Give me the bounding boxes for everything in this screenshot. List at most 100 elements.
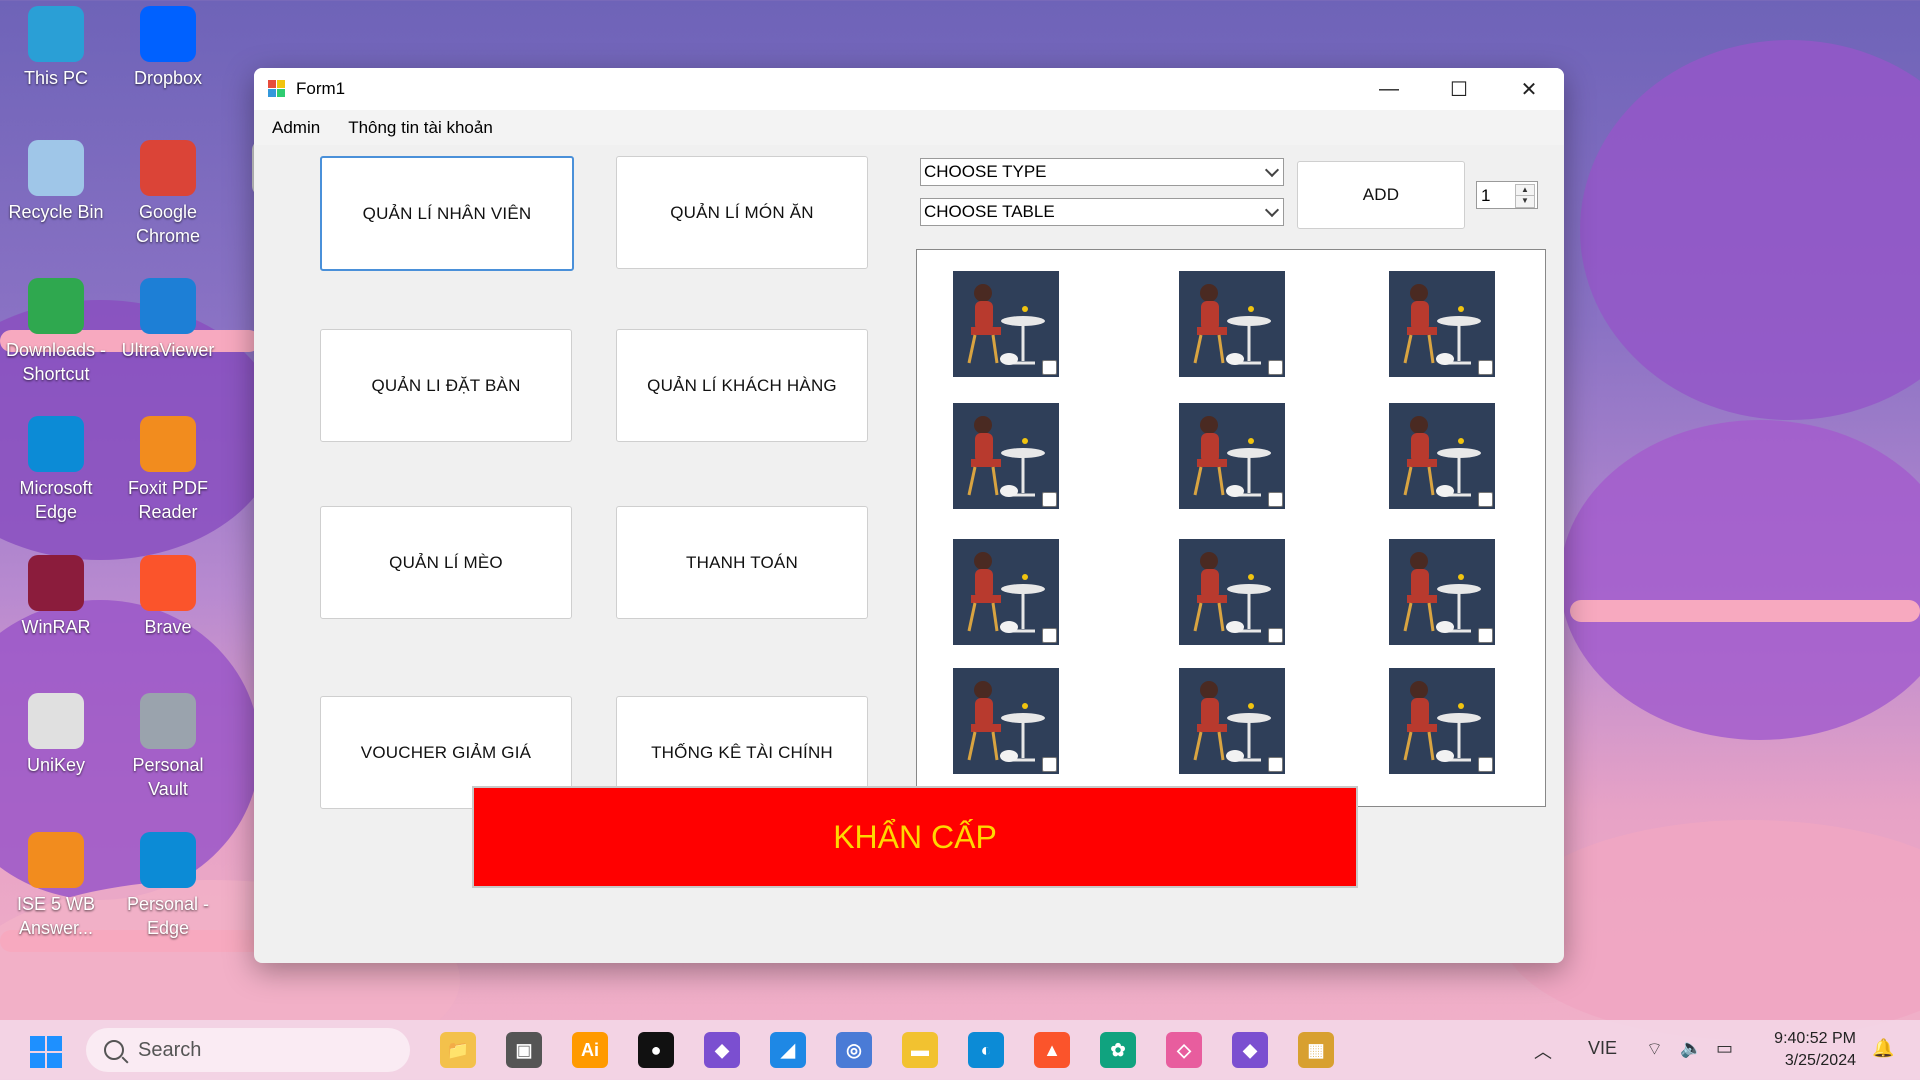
menu-bar: Admin Thông tin tài khoản	[254, 110, 1564, 145]
illustrator-icon[interactable]: Ai	[572, 1032, 608, 1068]
edge-icon[interactable]: ◐	[968, 1032, 1004, 1068]
menu-admin[interactable]: Admin	[272, 118, 320, 138]
close-button[interactable]: ✕	[1494, 68, 1564, 110]
table-tile[interactable]	[1389, 668, 1495, 774]
notification-icon[interactable]: 🔔	[1872, 1038, 1894, 1059]
choose-type-dropdown[interactable]: CHOOSE TYPE	[920, 158, 1284, 186]
table-checkbox[interactable]	[1478, 492, 1493, 507]
desktop-shortcut[interactable]: UltraViewer	[112, 278, 224, 362]
table-tile[interactable]	[1389, 539, 1495, 645]
desktop-shortcut[interactable]: Dropbox	[112, 6, 224, 90]
menu-account-info[interactable]: Thông tin tài khoản	[348, 118, 493, 138]
form-app-icon[interactable]: ▦	[1298, 1032, 1334, 1068]
app-icon[interactable]: ◇	[1166, 1032, 1202, 1068]
payment-button[interactable]: THANH TOÁN	[616, 506, 868, 619]
unikey-icon	[28, 693, 84, 749]
manage-dishes-button[interactable]: QUẢN LÍ MÓN ĂN	[616, 156, 868, 269]
manage-customers-button[interactable]: QUẢN LÍ KHÁCH HÀNG	[616, 329, 868, 442]
brave-icon[interactable]: ▲	[1034, 1032, 1070, 1068]
table-checkbox[interactable]	[1042, 757, 1057, 772]
folder-icon[interactable]: ▬	[902, 1032, 938, 1068]
table-checkbox[interactable]	[1042, 628, 1057, 643]
clock-time: 9:40:52 PM	[1774, 1030, 1856, 1047]
table-tile[interactable]	[953, 271, 1059, 377]
desktop-shortcut[interactable]: Downloads - Shortcut	[0, 278, 112, 386]
table-checkbox[interactable]	[1268, 492, 1283, 507]
desktop-shortcut-label: WinRAR	[21, 617, 91, 637]
dropbox-icon	[140, 6, 196, 62]
battery-icon[interactable]: ▭	[1716, 1038, 1733, 1059]
maximize-button[interactable]: ☐	[1424, 68, 1494, 110]
manage-cats-button[interactable]: QUẢN LÍ MÈO	[320, 506, 572, 619]
desktop-shortcut[interactable]: This PC	[0, 6, 112, 90]
table-tile[interactable]	[1389, 271, 1495, 377]
choose-table-dropdown[interactable]: CHOOSE TABLE	[920, 198, 1284, 226]
taskbar: Search 📁 ▣ Ai ● ◆ ◢ ◎ ▬ ◐ ▲ ✿ ◇ ◆ ▦ ︿ VIE ⌔ 🔈 ▭ 9:40:…	[0, 1020, 1920, 1080]
desktop-shortcut[interactable]: Foxit PDF Reader	[112, 416, 224, 524]
vscode-icon[interactable]: ◢	[770, 1032, 806, 1068]
downloads-folder-icon	[28, 278, 84, 334]
desktop-shortcut[interactable]: Google Chrome	[112, 140, 224, 248]
desktop-shortcut[interactable]: Brave	[112, 555, 224, 639]
chatgpt-icon[interactable]: ✿	[1100, 1032, 1136, 1068]
desktop-shortcut[interactable]: Recycle Bin	[0, 140, 112, 224]
table-checkbox[interactable]	[1042, 360, 1057, 375]
visual-studio-icon[interactable]: ◆	[704, 1032, 740, 1068]
wifi-icon[interactable]: ⌔	[1646, 1038, 1663, 1061]
start-button[interactable]	[30, 1036, 62, 1068]
table-tile[interactable]	[1179, 668, 1285, 774]
taskbar-search[interactable]: Search	[86, 1028, 410, 1072]
minimize-button[interactable]: —	[1354, 68, 1424, 110]
table-tile[interactable]	[953, 539, 1059, 645]
browser-icon[interactable]: ◎	[836, 1032, 872, 1068]
quantity-value: 1	[1481, 186, 1491, 205]
language-indicator[interactable]: VIE	[1588, 1038, 1617, 1059]
desktop-shortcut[interactable]: Microsoft Edge	[0, 416, 112, 524]
table-checkbox[interactable]	[1478, 757, 1493, 772]
file-explorer-icon[interactable]: 📁	[440, 1032, 476, 1068]
edge-profile-icon	[140, 832, 196, 888]
chrome-icon	[140, 140, 196, 196]
desktop-shortcut[interactable]: WinRAR	[0, 555, 112, 639]
add-button[interactable]: ADD	[1297, 161, 1465, 229]
table-tile[interactable]	[953, 668, 1059, 774]
table-checkbox[interactable]	[1478, 360, 1493, 375]
desktop-shortcut-label: Foxit PDF Reader	[127, 478, 208, 522]
choose-type-value: CHOOSE TYPE	[924, 162, 1047, 181]
table-checkbox[interactable]	[1478, 628, 1493, 643]
desktop-shortcut-label: This PC	[23, 68, 88, 88]
search-placeholder: Search	[138, 1038, 202, 1061]
table-checkbox[interactable]	[1268, 360, 1283, 375]
table-checkbox[interactable]	[1268, 757, 1283, 772]
table-tile[interactable]	[1389, 403, 1495, 509]
manage-booking-button[interactable]: QUẢN LI ĐẶT BÀN	[320, 329, 572, 442]
brave-icon	[140, 555, 196, 611]
visual-studio-icon[interactable]: ◆	[1232, 1032, 1268, 1068]
emergency-button[interactable]: KHẨN CẤP	[472, 786, 1358, 888]
recycle-bin-icon	[28, 140, 84, 196]
desktop-shortcut-label: Brave	[144, 617, 192, 637]
github-icon[interactable]: ●	[638, 1032, 674, 1068]
desktop-shortcut[interactable]: Personal - Edge	[112, 832, 224, 940]
task-view-icon[interactable]: ▣	[506, 1032, 542, 1068]
desktop-shortcut-label: Personal Vault	[132, 755, 204, 799]
volume-icon[interactable]: 🔈	[1680, 1038, 1702, 1059]
manage-staff-button[interactable]: QUẢN LÍ NHÂN VIÊN	[320, 156, 574, 271]
desktop-shortcut[interactable]: UniKey	[0, 693, 112, 777]
table-tile[interactable]	[953, 403, 1059, 509]
chevron-up-icon[interactable]: ︿	[1534, 1038, 1552, 1064]
table-tile[interactable]	[1179, 539, 1285, 645]
table-tile[interactable]	[1179, 403, 1285, 509]
search-icon	[104, 1040, 124, 1060]
desktop-shortcut[interactable]: ISE 5 WB Answer...	[0, 832, 112, 940]
vault-icon	[140, 693, 196, 749]
title-bar[interactable]: Form1 — ☐ ✕	[254, 68, 1564, 110]
table-checkbox[interactable]	[1268, 628, 1283, 643]
quantity-stepper[interactable]: 1 ▲ ▼	[1476, 181, 1538, 209]
stepper-down-button[interactable]: ▼	[1515, 195, 1535, 208]
desktop-shortcut[interactable]: Personal Vault	[112, 693, 224, 801]
chevron-down-icon	[1264, 162, 1280, 178]
table-tile[interactable]	[1179, 271, 1285, 377]
clock[interactable]: 9:40:52 PM 3/25/2024	[1774, 1028, 1856, 1072]
table-checkbox[interactable]	[1042, 492, 1057, 507]
